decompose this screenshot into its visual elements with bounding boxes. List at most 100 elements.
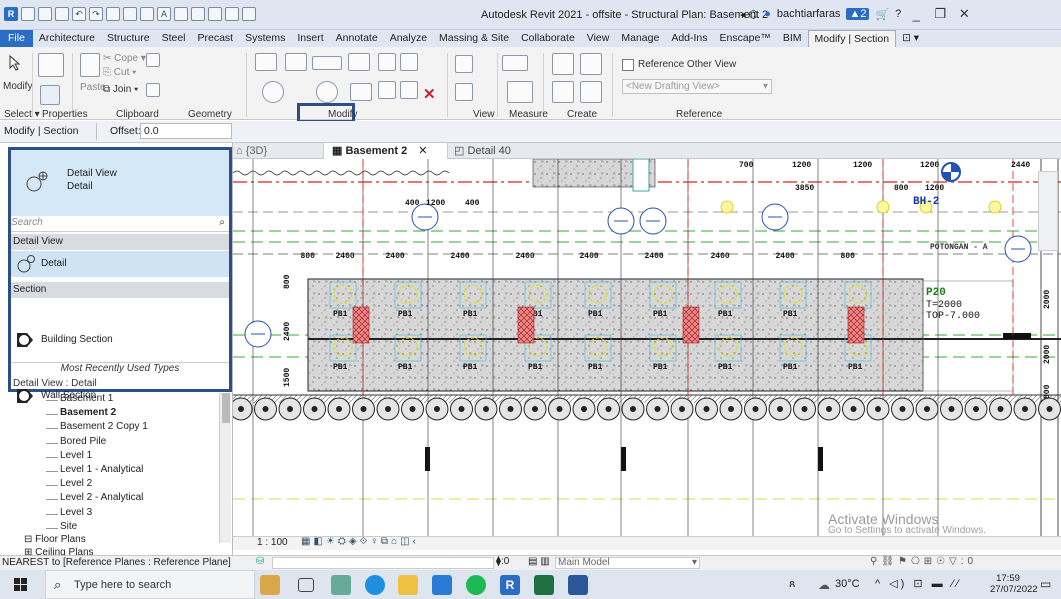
- properties-icon[interactable]: [38, 53, 64, 77]
- weather-widget-icon[interactable]: [260, 575, 280, 595]
- open-icon[interactable]: [21, 7, 35, 21]
- switch-windows-icon[interactable]: [242, 7, 256, 21]
- redo-icon[interactable]: ↷: [89, 7, 103, 21]
- ribbon-tab-precast[interactable]: Precast: [192, 30, 240, 47]
- type-search-input[interactable]: Search ⌕: [11, 216, 229, 232]
- create-parts-icon[interactable]: [580, 81, 602, 103]
- 3d-view-icon[interactable]: [174, 7, 188, 21]
- ribbon-tab-collaborate[interactable]: Collaborate: [515, 30, 581, 47]
- ribbon-tab-manage[interactable]: Manage: [615, 30, 665, 47]
- browser-item-level-1[interactable]: Level 1: [60, 450, 92, 461]
- dimension-icon[interactable]: [507, 81, 533, 103]
- weather-tray-icon[interactable]: ☁: [818, 578, 830, 592]
- scale-icon[interactable]: [378, 81, 396, 99]
- restore-button[interactable]: ❐: [931, 6, 949, 22]
- design-options-icon[interactable]: ▤ ▥: [528, 556, 550, 567]
- clock[interactable]: 17:59 27/07/2022: [990, 573, 1038, 595]
- sync-icon[interactable]: [55, 7, 69, 21]
- split-icon[interactable]: [378, 53, 396, 71]
- close-tab-icon[interactable]: ✕: [410, 145, 427, 157]
- thin-lines-icon[interactable]: [208, 7, 222, 21]
- infocenter-icon[interactable]: ◂ ⌬: [740, 8, 758, 21]
- navigation-bar[interactable]: [1038, 171, 1058, 251]
- ribbon-tab-file[interactable]: File: [0, 30, 33, 47]
- word-icon[interactable]: [568, 575, 588, 595]
- ribbon-tab-modify-section[interactable]: Modify | Section: [807, 30, 897, 47]
- tab-detail-40[interactable]: ◰ Detail 40: [448, 144, 511, 157]
- undo-icon[interactable]: ↶: [72, 7, 86, 21]
- floor-plans-node[interactable]: ⊟ Floor Plans: [24, 534, 86, 545]
- tray-icons[interactable]: ^ ◁) ⊡ ▬ ∕∕: [875, 577, 961, 590]
- drawing-area[interactable]: 800 2400 2400 2400 2400 2400 2400 2400 2400 800 PB…: [233, 159, 1061, 536]
- ribbon-tab-view[interactable]: View: [581, 30, 616, 47]
- workset-field[interactable]: [272, 557, 494, 569]
- tab-3d[interactable]: ⌂ {3D}: [233, 145, 323, 157]
- dimension-icon[interactable]: [140, 7, 154, 21]
- align-icon[interactable]: [255, 53, 277, 71]
- paint-icon[interactable]: [146, 83, 160, 97]
- cursor-icon[interactable]: [8, 54, 22, 71]
- join-label[interactable]: ⧉ Join ▾: [103, 84, 138, 95]
- user-name[interactable]: bachtiarfaras: [777, 8, 841, 20]
- create-assembly-icon[interactable]: [552, 81, 574, 103]
- contextual-options-icon[interactable]: ⊡ ▾: [896, 30, 925, 47]
- browser-item-level-2[interactable]: Level 2: [60, 478, 92, 489]
- trim-icon[interactable]: [350, 83, 372, 101]
- revit-taskbar-icon[interactable]: R: [500, 575, 520, 595]
- ribbon-tab-insert[interactable]: Insert: [291, 30, 329, 47]
- view-control-icons[interactable]: ▦◧☀⛭◈⟐♀⧉⌂◫‹: [301, 536, 419, 547]
- type-properties-icon[interactable]: [40, 85, 60, 105]
- type-item-building-section[interactable]: Building Section: [11, 327, 229, 353]
- notification-icon[interactable]: ▲2: [846, 8, 870, 20]
- worksharing-icon[interactable]: ⛁: [256, 556, 264, 567]
- app-icon[interactable]: [331, 575, 351, 595]
- edge-icon[interactable]: [365, 575, 385, 595]
- cart-icon[interactable]: 🛒: [875, 8, 889, 21]
- rotate-icon[interactable]: [316, 81, 338, 103]
- measure-icon[interactable]: [502, 55, 528, 71]
- mail-icon[interactable]: [432, 575, 452, 595]
- cut-label[interactable]: ⎘ Cut ▾: [103, 67, 136, 78]
- array-icon[interactable]: [400, 53, 418, 71]
- print-icon[interactable]: [106, 7, 120, 21]
- close-hidden-icon[interactable]: [225, 7, 239, 21]
- browser-item-level-2-analytical[interactable]: Level 2 - Analytical: [60, 492, 143, 503]
- browser-item-site[interactable]: Site: [60, 521, 77, 532]
- scale-label[interactable]: 1 : 100: [257, 537, 288, 548]
- section-icon[interactable]: [191, 7, 205, 21]
- spotify-icon[interactable]: [466, 575, 486, 595]
- create-similar-icon[interactable]: [552, 53, 574, 75]
- notification-center-icon[interactable]: ▭: [1040, 577, 1051, 591]
- minimize-button[interactable]: _: [907, 7, 925, 22]
- ribbon-tab-bim[interactable]: BIM: [777, 30, 808, 47]
- excel-icon[interactable]: [534, 575, 554, 595]
- ribbon-tab-add-ins[interactable]: Add-Ins: [665, 30, 713, 47]
- revit-logo-icon[interactable]: R: [4, 7, 18, 21]
- search-icon[interactable]: ⌕: [219, 217, 225, 228]
- editable-only-icon[interactable]: ⧫:0: [496, 556, 509, 567]
- ribbon-tab-analyze[interactable]: Analyze: [384, 30, 433, 47]
- close-button[interactable]: ✕: [955, 6, 973, 22]
- ribbon-tab-steel[interactable]: Steel: [156, 30, 192, 47]
- help-icon[interactable]: ?: [895, 8, 901, 20]
- browser-item-level-1-analytical[interactable]: Level 1 - Analytical: [60, 464, 143, 475]
- tab-basement-2[interactable]: ▦ Basement 2 ✕: [323, 142, 448, 159]
- override-icon[interactable]: [455, 83, 473, 101]
- cope-label[interactable]: ✂ Cope ▾: [103, 53, 146, 64]
- ribbon-tab-architecture[interactable]: Architecture: [33, 30, 101, 47]
- type-item-detail[interactable]: Detail: [11, 251, 229, 277]
- delete-icon[interactable]: ✕: [423, 85, 436, 103]
- task-view-icon[interactable]: [298, 578, 314, 592]
- save-icon[interactable]: [38, 7, 52, 21]
- paste-icon[interactable]: [80, 53, 100, 77]
- ribbon-tab-systems[interactable]: Systems: [239, 30, 291, 47]
- people-icon[interactable]: ጸ: [789, 578, 795, 591]
- ribbon-tab-enscape[interactable]: Enscape™: [714, 30, 777, 47]
- user-icon[interactable]: ●: [764, 8, 771, 20]
- structural-plan-drawing[interactable]: 800 2400 2400 2400 2400 2400 2400 2400 2400 800 PB…: [233, 159, 1061, 536]
- reference-other-view-checkbox[interactable]: [622, 59, 634, 71]
- ribbon-tab-annotate[interactable]: Annotate: [330, 30, 384, 47]
- paste-label[interactable]: Paste: [80, 82, 106, 93]
- browser-item-basement-2-copy-1[interactable]: Basement 2 Copy 1: [60, 421, 148, 432]
- modify-button-label[interactable]: Modify: [3, 81, 32, 92]
